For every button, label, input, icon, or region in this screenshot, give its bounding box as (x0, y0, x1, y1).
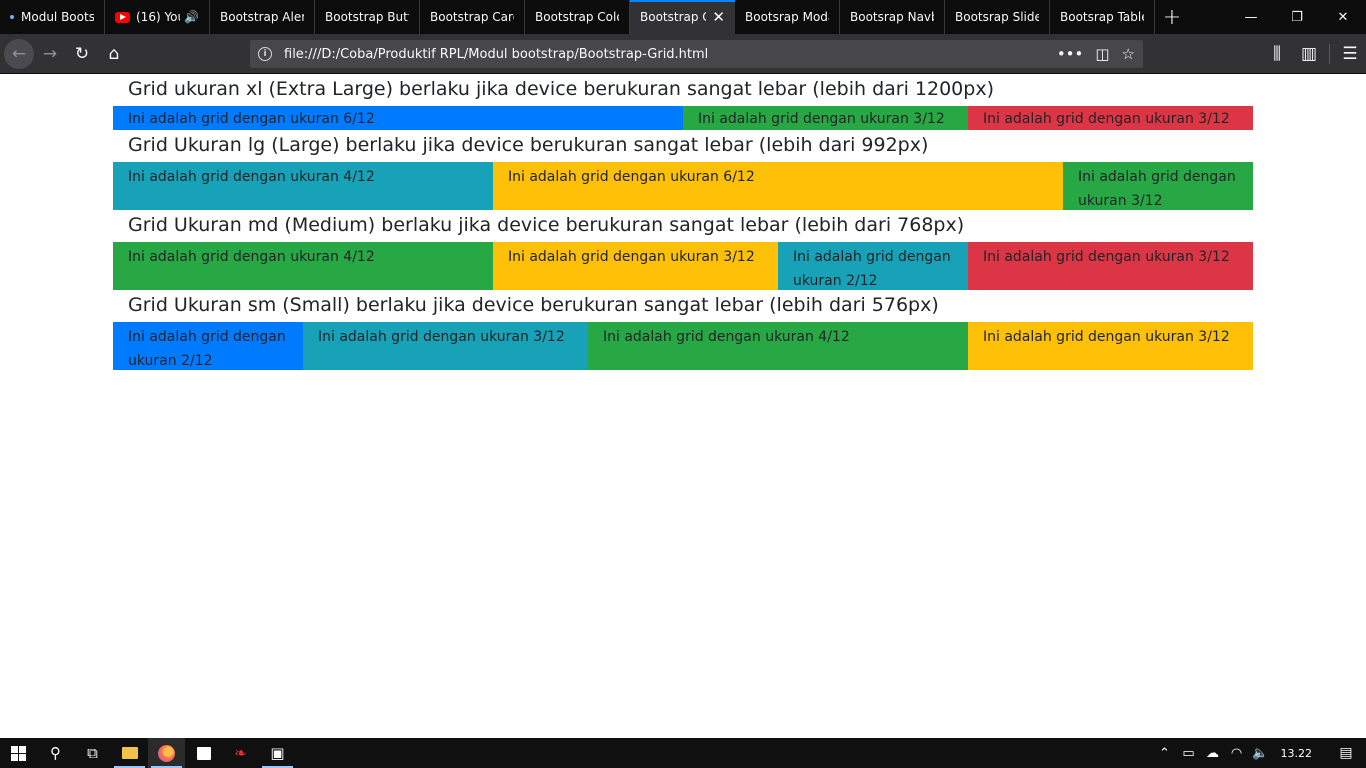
tab-bootsrap-modal[interactable]: Bootsrap Modal (735, 0, 840, 34)
chevron-up-icon[interactable]: ⌃ (1153, 746, 1177, 761)
window-close-icon[interactable]: ✕ (1320, 0, 1366, 34)
reload-icon[interactable]: ↻ (66, 38, 98, 70)
grid-col: Ini adalah grid dengan ukuran 2/12 (778, 242, 968, 290)
grid-col: Ini adalah grid dengan ukuran 3/12 (968, 322, 1253, 370)
clock[interactable]: 13.22 (1281, 747, 1313, 760)
tab-bootstrap-grid[interactable]: Bootstrap Grid ✕ (630, 0, 735, 34)
new-tab-button[interactable]: + (1155, 0, 1189, 34)
section-heading-lg: Grid Ukuran lg (Large) berlaku jika devi… (128, 134, 929, 156)
tab-label: Bootstrap Colors (535, 10, 619, 24)
folder-icon (121, 747, 138, 759)
volume-icon[interactable]: 🔈 (1249, 746, 1273, 761)
taskbar: ⚲ ⧉ ❧ ▣ ⌃ ▭ ☁ ◠ 🔈 13.22 ▤ (0, 738, 1366, 768)
tab-label: Bootsrap Navbar (850, 10, 934, 24)
youtube-icon (115, 11, 130, 23)
grid-col: Ini adalah grid dengan ukuran 3/12 (968, 242, 1253, 290)
library-icon[interactable]: ⫼ (1261, 38, 1293, 70)
tab-bootstrap-buttons[interactable]: Bootstrap Buttons (315, 0, 420, 34)
tab-label: Bootsrap Slide (955, 10, 1039, 24)
grid-col: Ini adalah grid dengan ukuran 4/12 (113, 242, 493, 290)
system-tray: ⌃ ▭ ☁ ◠ 🔈 13.22 ▤ (1153, 738, 1366, 768)
url-text[interactable]: file:///D:/Coba/Produktif RPL/Modul boot… (284, 47, 1045, 62)
battery-icon[interactable]: ▭ (1177, 746, 1201, 761)
bookmark-star-icon[interactable]: ☆ (1122, 45, 1135, 63)
section-heading-sm: Grid Ukuran sm (Small) berlaku jika devi… (128, 294, 939, 316)
start-button[interactable] (0, 738, 37, 768)
grid-col: Ini adalah grid dengan ukuran 2/12 (113, 322, 303, 370)
tab-label: Bootstrap Grid (640, 10, 706, 24)
notification-icon[interactable]: ▤ (1326, 738, 1366, 768)
tab-label: Bootstrap Alerts (220, 10, 304, 24)
forward-arrow-icon[interactable]: → (34, 38, 66, 70)
tab-youtube[interactable]: (16) YouTube 🔊 (105, 0, 210, 34)
section-heading-md: Grid Ukuran md (Medium) berlaku jika dev… (128, 214, 965, 236)
grid-col: Ini adalah grid dengan ukuran 3/12 (968, 106, 1253, 130)
tab-label: Bootstrap Card (430, 10, 514, 24)
tab-label: Modul Bootstrap (21, 10, 94, 24)
tab-bootsrap-table[interactable]: Bootsrap Table (1050, 0, 1155, 34)
grid-row-md: Ini adalah grid dengan ukuran 4/12 Ini a… (113, 242, 1253, 290)
window-controls: — ❐ ✕ (1228, 0, 1366, 34)
info-icon[interactable]: i (258, 47, 272, 61)
grid-row-xl: Ini adalah grid dengan ukuran 6/12 Ini a… (113, 106, 1253, 130)
store-icon (196, 746, 211, 760)
menu-icon[interactable]: ☰ (1334, 38, 1366, 70)
tab-label: (16) YouTube (136, 10, 180, 24)
onedrive-icon[interactable]: ☁ (1201, 746, 1225, 761)
grid-col: Ini adalah grid dengan ukuran 3/12 (1063, 162, 1253, 210)
grid-col: Ini adalah grid dengan ukuran 6/12 (493, 162, 1063, 210)
restore-icon[interactable]: ❐ (1274, 0, 1320, 34)
tab-bootsrap-navbar[interactable]: Bootsrap Navbar (840, 0, 945, 34)
nav-bar: ← → ↻ ⌂ i file:///D:/Coba/Produktif RPL/… (0, 34, 1366, 74)
tab-bootsrap-slide[interactable]: Bootsrap Slide (945, 0, 1050, 34)
tab-bootstrap-colors[interactable]: Bootstrap Colors (525, 0, 630, 34)
toolbar-right: ⫼ ▥ ☰ (1261, 38, 1366, 70)
close-icon[interactable]: ✕ (712, 8, 725, 26)
app-window-button[interactable]: ▣ (259, 738, 296, 768)
back-arrow-icon[interactable]: ← (4, 38, 34, 69)
grid-col: Ini adalah grid dengan ukuran 3/12 (683, 106, 968, 130)
tab-label: Bootstrap Buttons (325, 10, 409, 24)
grid-row-lg: Ini adalah grid dengan ukuran 4/12 Ini a… (113, 162, 1253, 210)
tab-strip: Modul Bootstrap (16) YouTube 🔊 Bootstrap… (0, 0, 1366, 34)
page-content: Grid ukuran xl (Extra Large) berlaku jik… (113, 74, 1253, 370)
sidebar-icon[interactable]: ▥ (1293, 38, 1325, 70)
firefox-icon (158, 744, 175, 762)
wifi-icon[interactable]: ◠ (1225, 746, 1249, 761)
tab-bootstrap-card[interactable]: Bootstrap Card (420, 0, 525, 34)
app-button[interactable]: ❧ (222, 738, 259, 768)
toolbar-divider (1329, 44, 1330, 64)
address-bar[interactable]: i file:///D:/Coba/Produktif RPL/Modul bo… (250, 40, 1143, 68)
grid-col: Ini adalah grid dengan ukuran 4/12 (588, 322, 968, 370)
tab-label: Bootsrap Table (1060, 10, 1144, 24)
grid-col: Ini adalah grid dengan ukuran 4/12 (113, 162, 493, 210)
search-icon[interactable]: ⚲ (37, 738, 74, 768)
grid-col: Ini adalah grid dengan ukuran 3/12 (493, 242, 778, 290)
grid-col: Ini adalah grid dengan ukuran 3/12 (303, 322, 588, 370)
grid-row-sm: Ini adalah grid dengan ukuran 2/12 Ini a… (113, 322, 1253, 370)
tab-bootstrap-alerts[interactable]: Bootstrap Alerts (210, 0, 315, 34)
dot-icon (10, 15, 14, 19)
speaker-icon[interactable]: 🔊 (184, 10, 199, 24)
store-button[interactable] (185, 738, 222, 768)
firefox-button[interactable] (148, 738, 185, 768)
home-icon[interactable]: ⌂ (98, 38, 130, 70)
section-heading-xl: Grid ukuran xl (Extra Large) berlaku jik… (128, 78, 994, 100)
page-actions-icon[interactable]: ••• (1057, 45, 1084, 63)
tab-modul-bootstrap[interactable]: Modul Bootstrap (0, 0, 105, 34)
minimize-icon[interactable]: — (1228, 0, 1274, 34)
grid-col: Ini adalah grid dengan ukuran 6/12 (113, 106, 683, 130)
tab-label: Bootsrap Modal (745, 10, 829, 24)
pocket-icon[interactable]: ◫ (1095, 45, 1109, 63)
file-explorer-button[interactable] (111, 738, 148, 768)
task-view-icon[interactable]: ⧉ (74, 738, 111, 768)
windows-logo-icon (11, 745, 26, 761)
